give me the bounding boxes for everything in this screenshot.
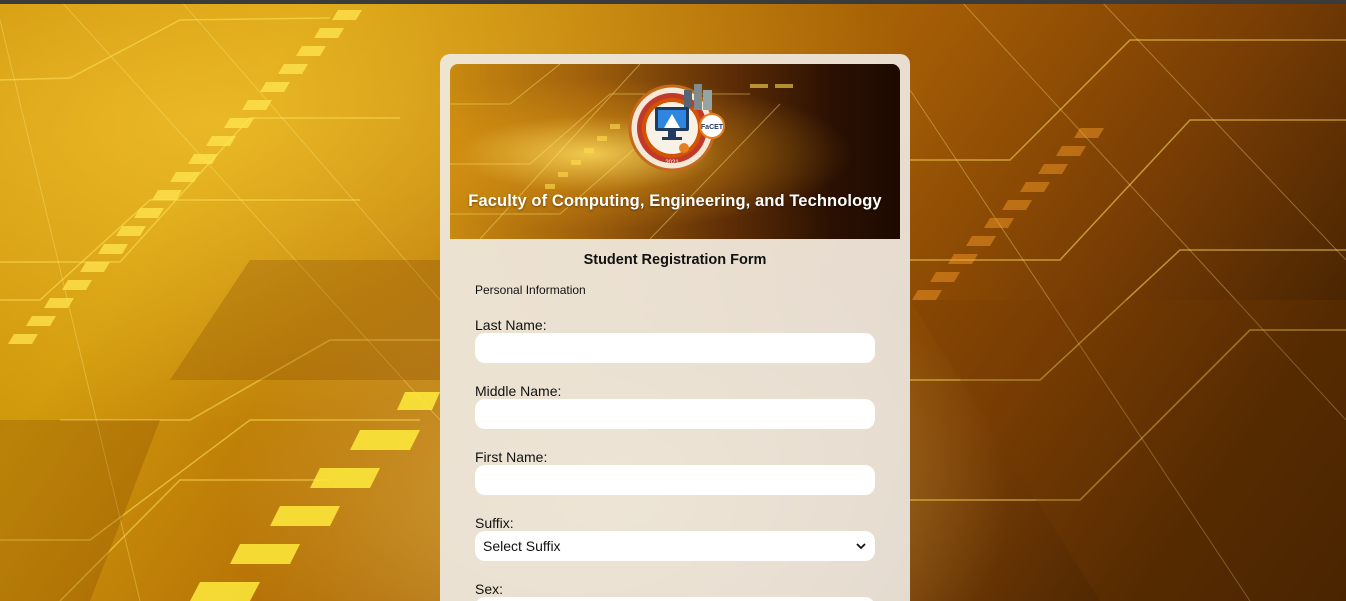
suffix-selected-value: Select Suffix [483, 538, 561, 554]
faculty-title: Faculty of Computing, Engineering, and T… [468, 192, 882, 210]
first-name-input[interactable] [475, 465, 875, 495]
suffix-label: Suffix: [475, 515, 514, 531]
middle-name-input[interactable] [475, 399, 875, 429]
suffix-select[interactable]: Select Suffix [475, 531, 875, 561]
sex-label: Sex: [475, 581, 504, 597]
browser-top-edge [0, 0, 1346, 4]
form-title: Student Registration Form [583, 252, 767, 268]
logo-year-text: 2021 [665, 160, 679, 166]
last-name-input[interactable] [475, 333, 875, 363]
registration-card: FaCET 2021 Faculty of Computing, Enginee… [440, 54, 910, 601]
middle-name-label: Middle Name: [475, 383, 562, 399]
logo-badge-text: FaCET [701, 124, 724, 131]
faculty-banner: FaCET 2021 Faculty of Computing, Enginee… [450, 64, 900, 239]
section-heading-personal-information: Personal Information [475, 283, 586, 297]
last-name-label: Last Name: [475, 317, 547, 333]
sex-select[interactable] [475, 597, 875, 601]
first-name-label: First Name: [475, 449, 548, 465]
facet-logo-icon: FaCET 2021 [628, 84, 725, 172]
chevron-down-icon [856, 543, 866, 550]
